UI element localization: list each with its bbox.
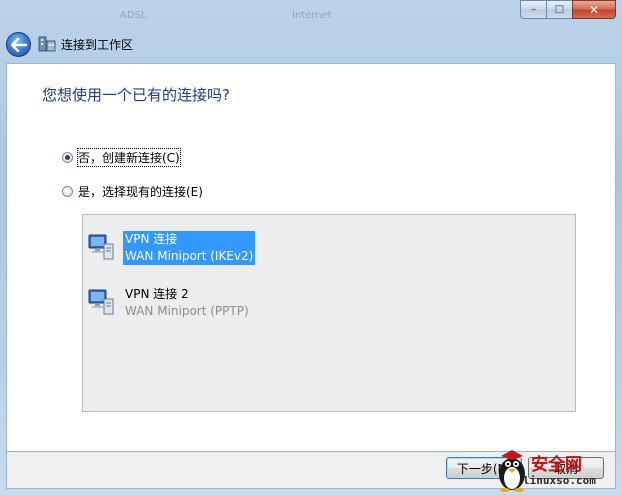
back-arrow-icon <box>10 37 27 52</box>
back-button[interactable] <box>6 32 31 57</box>
option-create-new[interactable]: 否，创建新连接(C) <box>62 148 181 167</box>
watermark-text: 安全网 <box>531 455 582 475</box>
radio-button-checked[interactable] <box>62 152 73 163</box>
list-item-vpn-connection-2[interactable]: VPN 连接 2 WAN Miniport (PPTP) <box>88 286 251 324</box>
window-frame: ADSL Internet – □ ✕ 连接到工作区 您想使用一个已有的连接吗?… <box>0 0 622 495</box>
background-ghost-label: Internet <box>292 10 332 21</box>
list-item-vpn-connection[interactable]: VPN 连接 WAN Miniport (IKEv2) <box>88 231 256 269</box>
network-connection-icon <box>88 234 114 260</box>
minimize-button[interactable]: – <box>520 0 546 19</box>
connection-list[interactable]: VPN 连接 WAN Miniport (IKEv2) VPN 连接 2 WAN… <box>82 214 576 412</box>
network-connection-icon <box>88 289 114 315</box>
option-label: 是，选择现有的连接(E) <box>78 185 203 199</box>
connection-device: WAN Miniport (PPTP) <box>125 304 249 318</box>
close-button[interactable]: ✕ <box>572 0 616 19</box>
option-use-existing[interactable]: 是，选择现有的连接(E) <box>62 183 203 200</box>
page-heading: 您想使用一个已有的连接吗? <box>42 86 230 104</box>
connection-device: WAN Miniport (IKEv2) <box>123 248 256 265</box>
radio-button[interactable] <box>62 186 73 197</box>
option-label: 否，创建新连接(C) <box>77 148 181 167</box>
site-watermark: 安全网 linuxso.com <box>495 447 613 493</box>
connection-name: VPN 连接 2 <box>125 287 189 301</box>
workplace-building-icon <box>38 36 56 52</box>
background-ghost-label: ADSL <box>120 10 147 21</box>
window-title: 连接到工作区 <box>61 38 134 52</box>
connection-name: VPN 连接 <box>123 231 256 248</box>
caption-buttons: – □ ✕ <box>520 0 616 19</box>
watermark-url: linuxso.com <box>523 474 596 487</box>
maximize-button[interactable]: □ <box>546 0 572 19</box>
wizard-content: 您想使用一个已有的连接吗? 否，创建新连接(C) 是，选择现有的连接(E) VP… <box>6 63 616 452</box>
